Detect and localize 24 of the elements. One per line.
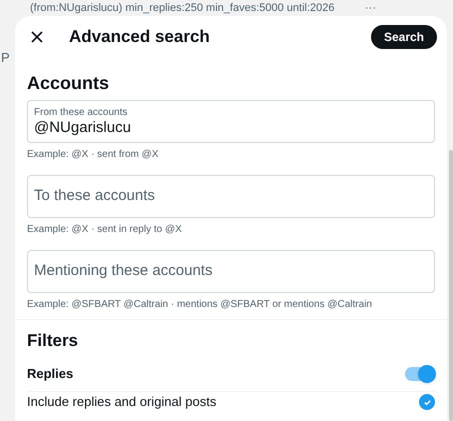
section-heading: Filters	[27, 330, 80, 352]
input-field[interactable]: From these accounts @NUgarislucu	[27, 100, 435, 143]
input-field[interactable]: To these accounts	[27, 175, 435, 218]
dialog-title: Advanced search	[69, 26, 211, 48]
partial-text: P	[1, 50, 10, 65]
placeholder-text: Mentioning these accounts	[34, 261, 214, 282]
input-field[interactable]: Mentioning these accounts	[27, 250, 435, 293]
hint-text: Example: @X · sent in reply to @X	[27, 224, 183, 236]
more-text: ···	[365, 2, 376, 15]
search-query-text: (from:NUgarislucu) min_replies:250 min_faves:5000 until:2026	[30, 2, 334, 15]
checkbox[interactable]	[419, 394, 435, 410]
hint-text: Example: @X · sent from @X	[27, 149, 160, 161]
scrollbar[interactable]	[449, 150, 453, 421]
section-heading: Accounts	[27, 72, 110, 94]
field-value: @NUgarislucu	[34, 118, 132, 136]
search-button[interactable]: Search	[370, 25, 437, 49]
toggle-switch[interactable]	[405, 366, 435, 380]
checkmark-icon	[422, 398, 432, 406]
placeholder-text: To these accounts	[34, 186, 156, 206]
close-icon	[31, 31, 43, 43]
field-label: From these accounts	[34, 106, 128, 118]
hint-text: Example: @SFBART @Caltrain · mentions @SFBART or mentions @Caltrain	[27, 299, 373, 311]
option-label: Include replies and original posts	[27, 394, 216, 410]
option-label: Replies	[27, 366, 74, 382]
